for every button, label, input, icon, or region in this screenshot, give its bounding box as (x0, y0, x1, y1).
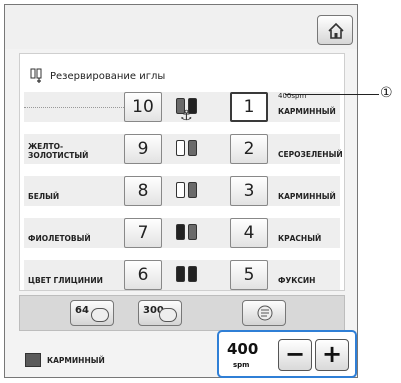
right-thread-name: ФУКСИН (278, 276, 316, 285)
right-thread-name: КАРМИННЫЙ (278, 192, 336, 201)
home-icon (328, 22, 344, 39)
current-color-name: КАРМИННЫЙ (47, 356, 105, 365)
spool-icon (188, 182, 197, 198)
reserve-anchor-icon: ⚓ (180, 108, 193, 124)
needle-button-10[interactable]: 10 (124, 92, 162, 122)
speed-control: 400 spm − + (217, 330, 357, 378)
left-thread-name: ФИОЛЕТОВЫЙ (28, 234, 91, 243)
thread-reset-icon (257, 305, 273, 321)
speed-plus-button[interactable]: + (315, 339, 349, 371)
spool-icon (188, 140, 197, 156)
home-button[interactable] (317, 15, 353, 45)
left-thread-name: ЖЕЛТО- ЗОЛОТИСТЫЙ (28, 142, 89, 160)
thread-icon (91, 308, 109, 322)
needle-reserve-panel: Резервирование иглы 10 ⚓ 1 400spm КАРМИН… (19, 53, 345, 291)
divider (24, 107, 124, 108)
left-thread-name: БЕЛЫЙ (28, 192, 60, 201)
needle-button-8[interactable]: 8 (124, 176, 162, 206)
spool-icon (176, 266, 185, 282)
count-300-button[interactable]: 300 (138, 300, 182, 326)
current-color-swatch (25, 353, 41, 367)
needle-button-3[interactable]: 3 (230, 176, 268, 206)
spool-icon (176, 140, 185, 156)
needle-button-5[interactable]: 5 (230, 260, 268, 290)
count-64-label: 64 (75, 305, 89, 316)
panel-title: Резервирование иглы (30, 66, 165, 86)
right-thread-name: КАРМИННЫЙ (278, 107, 336, 116)
needle-reserve-icon (30, 68, 42, 83)
callout-line (285, 94, 379, 95)
top-bar (5, 5, 357, 49)
spool-icon (176, 182, 185, 198)
callout-marker: ① (380, 85, 393, 101)
spool-icon (176, 224, 185, 240)
left-thread-name: ЦВЕТ ГЛИЦИНИИ (28, 276, 103, 285)
thread-icon (159, 308, 177, 322)
needle-button-4[interactable]: 4 (230, 218, 268, 248)
needle-button-6[interactable]: 6 (124, 260, 162, 290)
right-thread-name: СЕРОЗЕЛЕНЫЙ (278, 150, 343, 159)
right-thread-name: КРАСНЫЙ (278, 234, 322, 243)
screen-frame: Резервирование иглы 10 ⚓ 1 400 spm КАРМИН… (4, 4, 358, 378)
needle-button-1[interactable]: 1 (230, 92, 268, 122)
needle-button-2[interactable]: 2 (230, 134, 268, 164)
speed-minus-button[interactable]: − (278, 339, 312, 371)
stitch-count-toolbar: 64 300 (19, 295, 345, 331)
needle-button-9[interactable]: 9 (124, 134, 162, 164)
count-64-button[interactable]: 64 (70, 300, 114, 326)
spool-icon (188, 224, 197, 240)
speed-value: 400 (227, 340, 259, 358)
panel-title-text: Резервирование иглы (50, 70, 166, 82)
speed-unit: spm (233, 361, 250, 369)
thread-reset-button[interactable] (242, 300, 286, 326)
needle-button-7[interactable]: 7 (124, 218, 162, 248)
spool-icon (188, 266, 197, 282)
